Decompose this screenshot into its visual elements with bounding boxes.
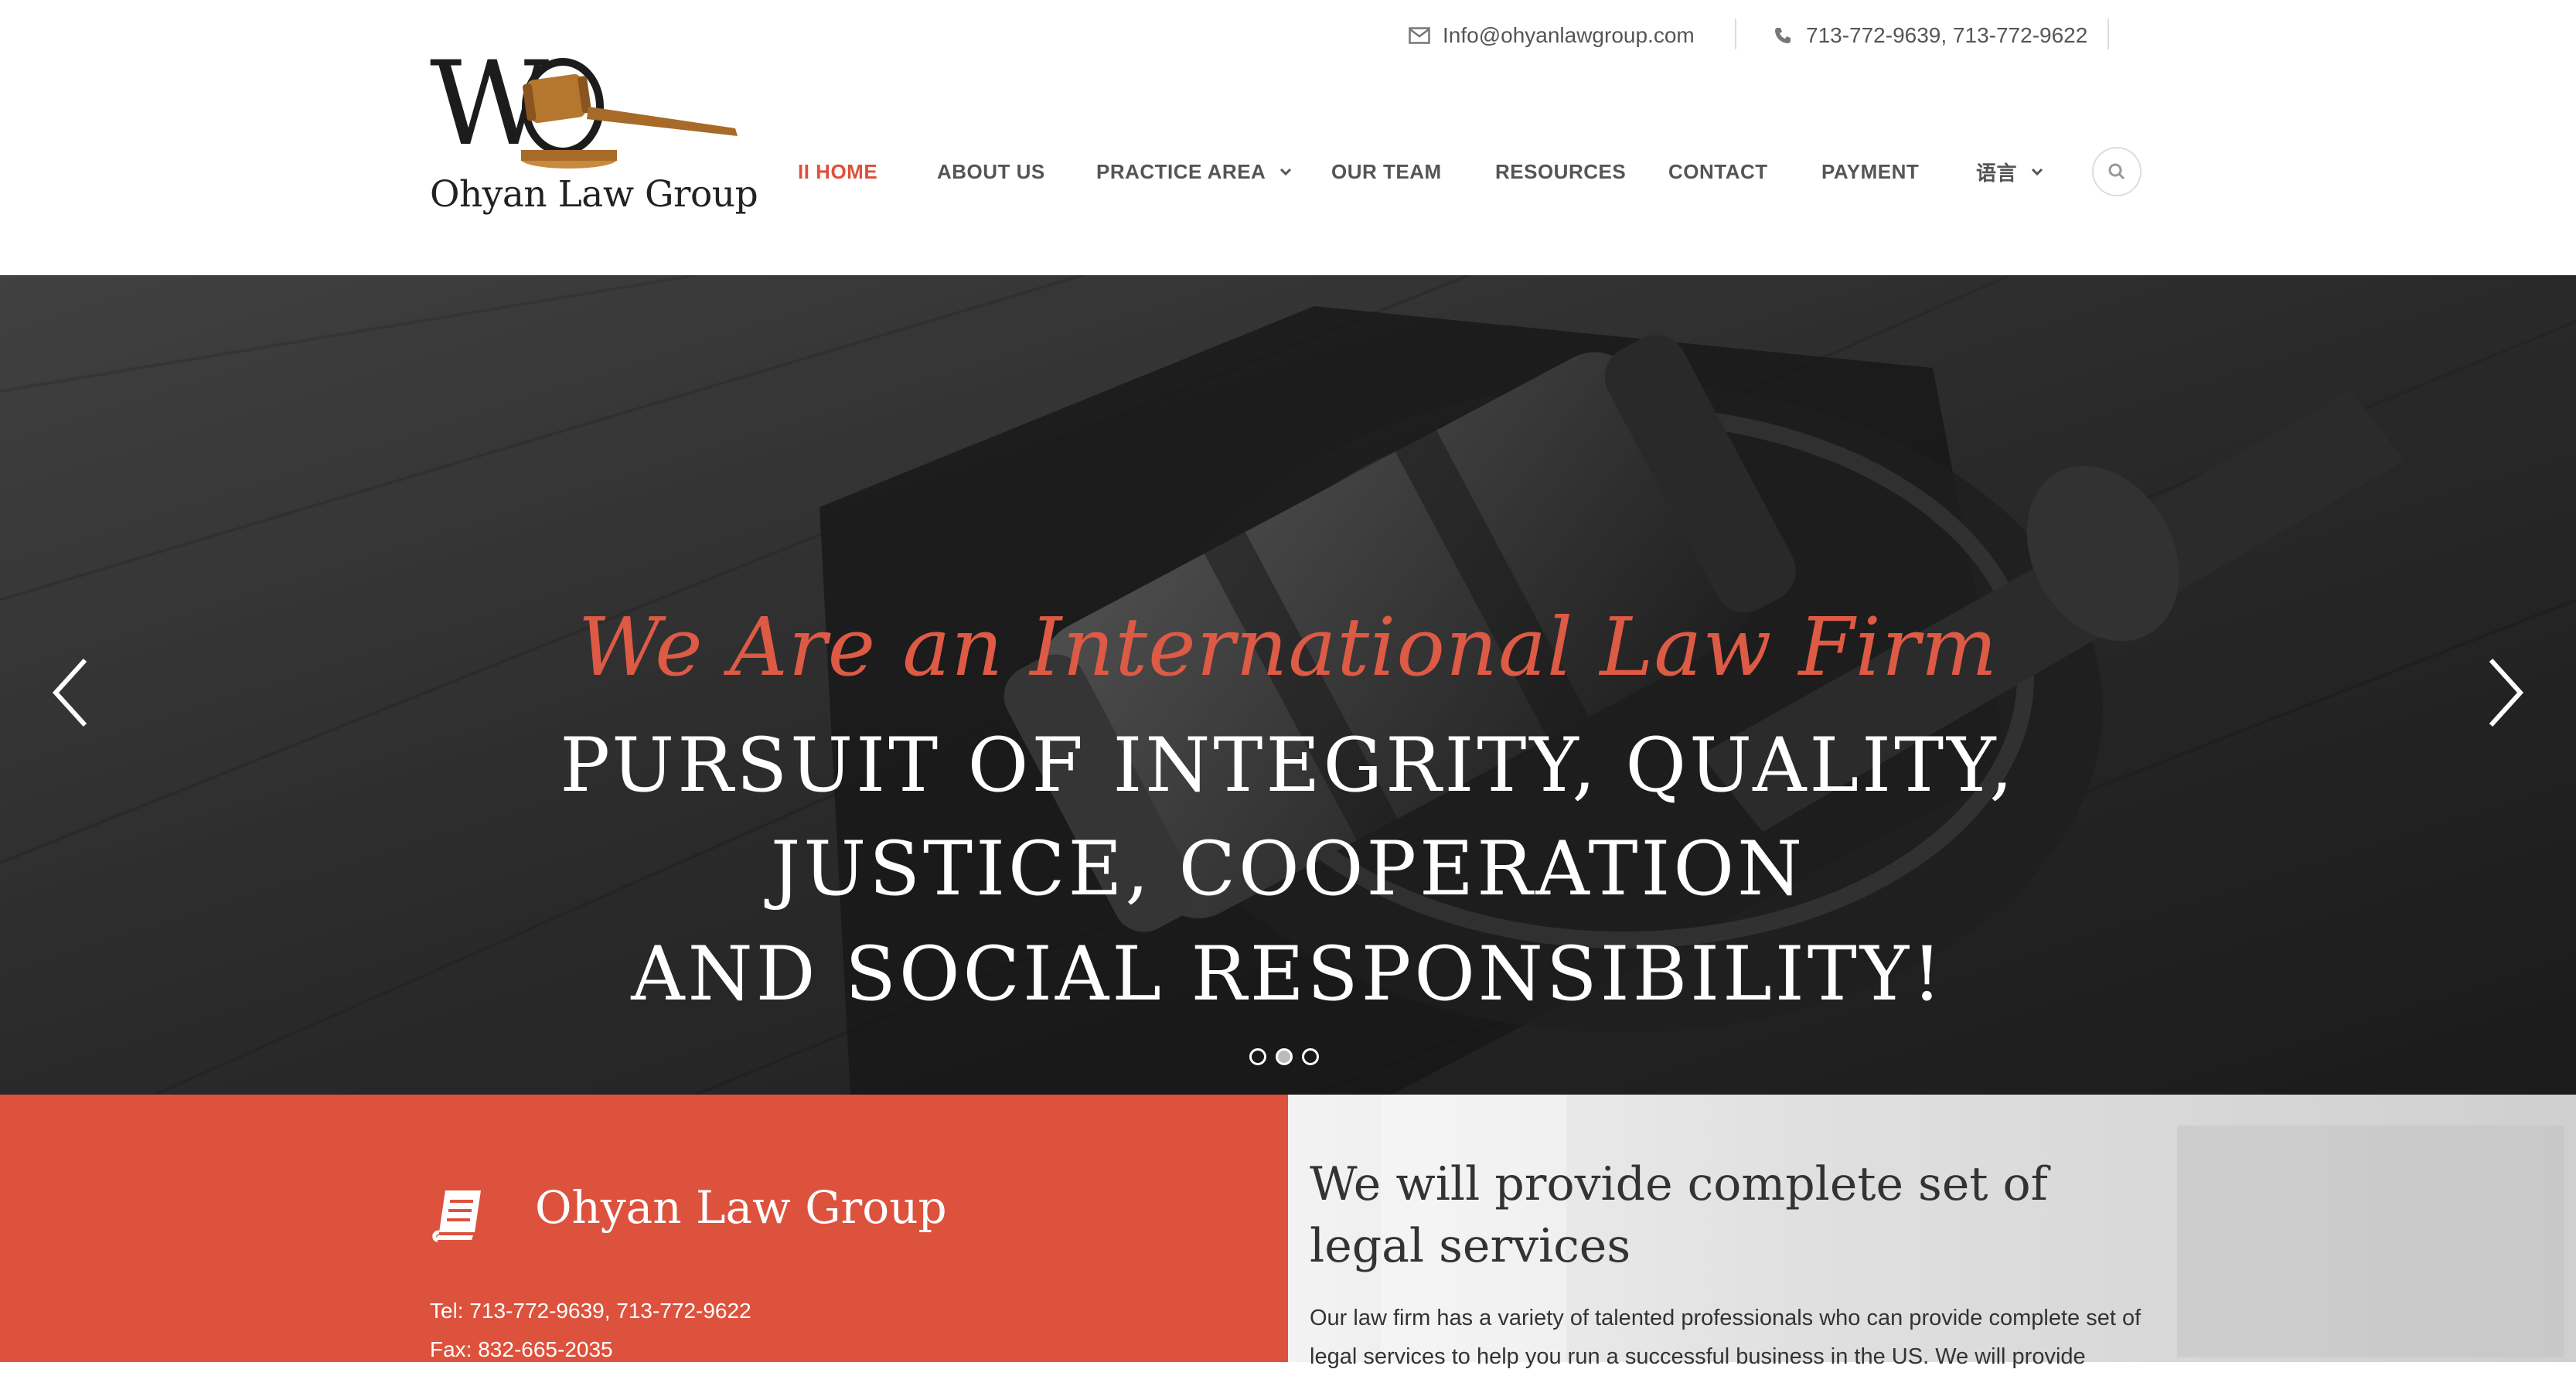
- slider-next-button[interactable]: [2482, 654, 2528, 731]
- logo-name: Ohyan Law Group: [430, 173, 758, 216]
- gavel-logo: W: [430, 53, 738, 172]
- email-text[interactable]: Info@ohyanlawgroup.com: [1443, 23, 1695, 48]
- nav-label: II HOME: [798, 159, 878, 183]
- nav-label: CONTACT: [1668, 159, 1768, 183]
- site-logo[interactable]: W Ohyan Law Group: [430, 53, 758, 223]
- nav-label: 语言: [1976, 162, 2018, 186]
- slider-dot-3[interactable]: [1302, 1048, 1319, 1065]
- hero-subtitle: We Are an International Law Firm: [578, 600, 1998, 694]
- slider-dot-2[interactable]: [1276, 1048, 1293, 1065]
- nav-practice-area[interactable]: PRACTICE AREA: [1096, 152, 1295, 192]
- hero-headline-2: JUSTICE, COOPERATION: [770, 826, 1806, 912]
- nav-label: PRACTICE AREA: [1096, 159, 1266, 183]
- topbar-divider: [1735, 19, 1736, 49]
- topbar-phone[interactable]: 713-772-9639, 713-772-9622: [1767, 20, 2087, 51]
- nav-payment[interactable]: PAYMENT: [1821, 152, 1919, 192]
- hero-headline-1: PURSUIT OF INTEGRITY, QUALITY,: [560, 722, 2016, 809]
- site-header: Info@ohyanlawgroup.com 713-772-9639, 713…: [0, 0, 2576, 275]
- nav-resources[interactable]: RESOURCES: [1495, 152, 1626, 192]
- chevron-down-icon: [2028, 162, 2046, 181]
- services-text: Our law firm has a variety of talented p…: [1310, 1306, 2142, 1369]
- firm-fax: Fax: 832-665-2035: [430, 1337, 613, 1361]
- book-icon: [430, 1187, 486, 1243]
- phone-text: 713-772-9639, 713-772-9622: [1806, 23, 2088, 47]
- slider-prev-button[interactable]: [48, 654, 94, 731]
- topbar-divider: [2107, 19, 2109, 49]
- search-button[interactable]: [2092, 147, 2142, 196]
- nav-language[interactable]: 语言: [1976, 152, 2046, 192]
- topbar-email[interactable]: Info@ohyanlawgroup.com: [1404, 20, 1695, 51]
- phone-icon: [1767, 20, 1798, 51]
- services-title: We will provide complete set of legal se…: [1310, 1157, 2048, 1273]
- nav-label: OUR TEAM: [1331, 159, 1442, 183]
- envelope-icon: [1404, 20, 1435, 51]
- slider-pagination: [1249, 1048, 1319, 1065]
- firm-tel: Tel: 713-772-9639, 713-772-9622: [430, 1299, 751, 1323]
- hero-slider: We Are an International Law Firm PURSUIT…: [0, 275, 2576, 1095]
- arrow-right-icon: [2489, 658, 2524, 727]
- nav-label: RESOURCES: [1495, 159, 1627, 183]
- nav-home[interactable]: II HOME: [798, 152, 877, 192]
- search-icon: [2108, 163, 2125, 180]
- hero-headline-3: AND SOCIAL RESPONSIBILITY!: [631, 931, 1945, 1017]
- nav-label: ABOUT US: [937, 159, 1045, 183]
- slider-dot-1[interactable]: [1249, 1048, 1266, 1065]
- nav-contact[interactable]: CONTACT: [1668, 152, 1768, 192]
- firm-name: Ohyan Law Group: [535, 1181, 947, 1234]
- arrow-left-icon: [52, 658, 87, 727]
- nav-about-us[interactable]: ABOUT US: [937, 152, 1045, 192]
- nav-our-team[interactable]: OUR TEAM: [1331, 152, 1442, 192]
- nav-label: PAYMENT: [1821, 159, 1920, 183]
- chevron-down-icon: [1276, 162, 1295, 181]
